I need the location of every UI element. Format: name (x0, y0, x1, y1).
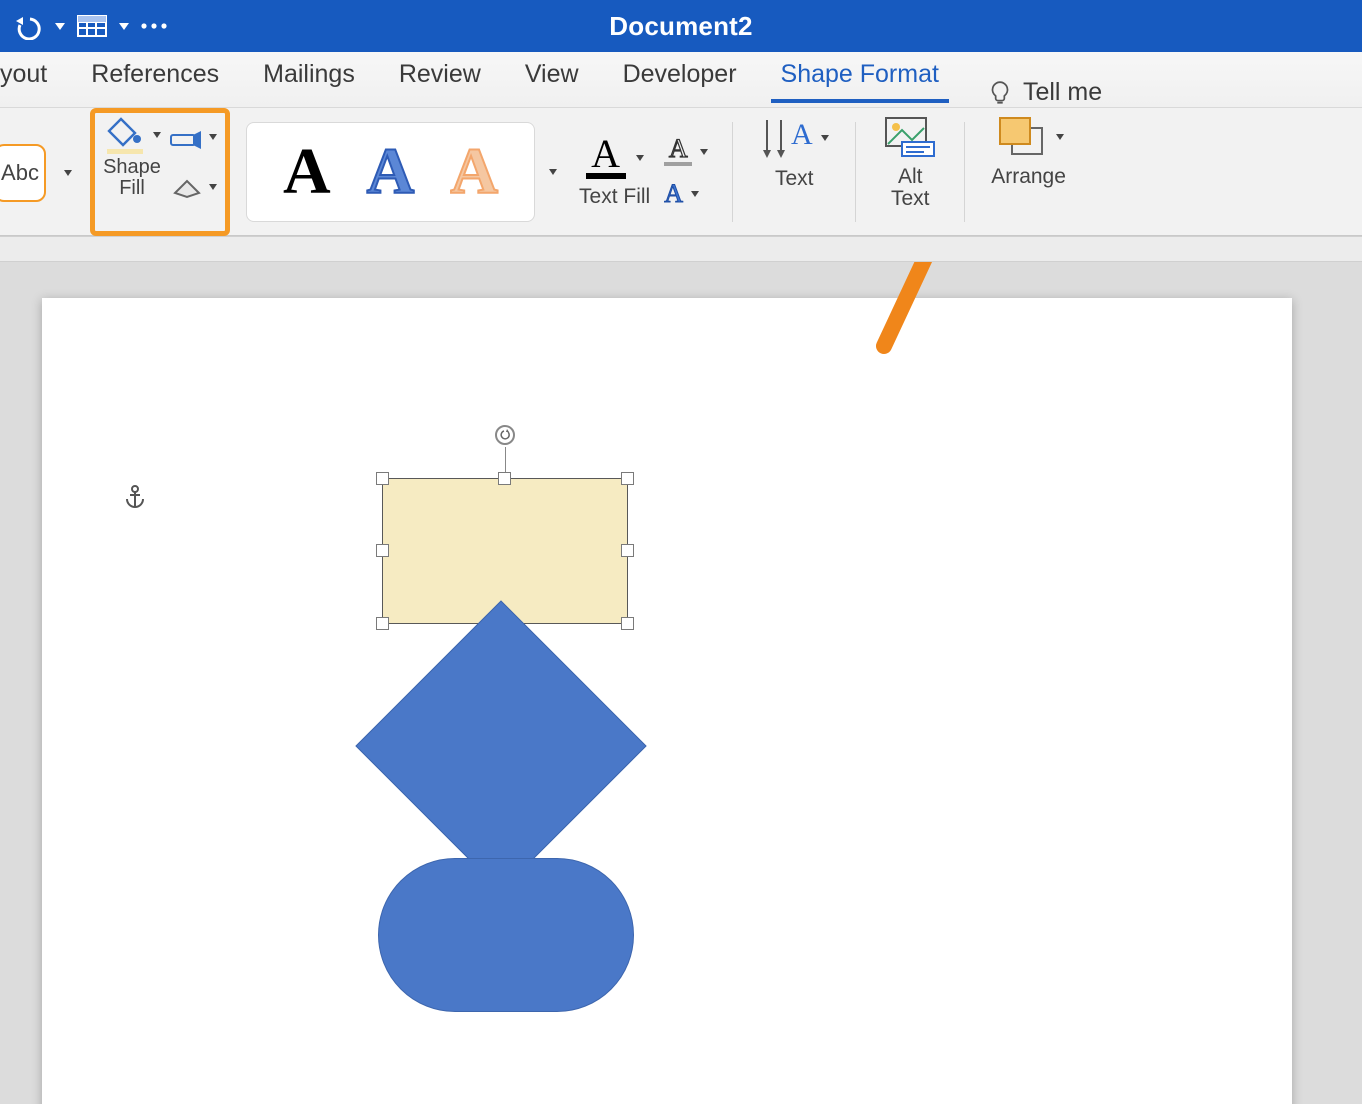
table-quick-button[interactable] (71, 6, 113, 46)
tell-me-label: Tell me (1023, 78, 1102, 107)
annotation-arrow-icon (864, 262, 1004, 356)
wordart-style-blue-icon: A (367, 139, 415, 205)
text-fill-group: A Text Fill A A (569, 108, 718, 235)
wordart-styles-expand[interactable] (549, 169, 557, 175)
undo-dropdown[interactable] (51, 6, 69, 46)
shape-styles-partial: Abc (0, 108, 90, 235)
shape-outline-button[interactable] (169, 119, 217, 155)
shape-fill-group: ShapeFill (90, 108, 230, 236)
text-effects-icon: A (664, 179, 683, 209)
wordart-style-orange-icon: A (450, 139, 498, 205)
arrange-button[interactable]: Arrange (979, 108, 1078, 235)
horizontal-ruler (0, 236, 1362, 262)
shape-diamond[interactable] (355, 600, 646, 891)
rotate-handle[interactable] (495, 425, 515, 477)
text-fill-button[interactable]: A (586, 137, 644, 179)
pen-icon (169, 125, 203, 149)
text-group-label: Text (775, 168, 814, 190)
text-direction-button[interactable]: A (759, 114, 829, 162)
document-title: Document2 (0, 11, 1362, 42)
anchor-icon (124, 484, 146, 515)
text-effects-button[interactable]: A (664, 177, 708, 211)
tell-me[interactable]: Tell me (961, 78, 1102, 107)
resize-handle[interactable] (376, 617, 389, 630)
separator (964, 122, 965, 222)
resize-handle[interactable] (621, 544, 634, 557)
alt-text-label: AltText (891, 166, 930, 210)
tab-shape-format[interactable]: Shape Format (759, 52, 961, 107)
ribbon-tabs: yout References Mailings Review View Dev… (0, 52, 1362, 108)
paint-bucket-icon (103, 115, 147, 155)
tab-developer[interactable]: Developer (601, 52, 759, 107)
alt-text-icon (882, 114, 938, 160)
wordart-style-black-icon: A (283, 139, 331, 205)
table-quick-dropdown[interactable] (115, 6, 133, 46)
text-direction-group: A Text (747, 108, 841, 235)
more-qats-button[interactable] (135, 6, 173, 46)
ribbon-content: Abc ShapeFill (0, 108, 1362, 236)
eraser-icon (169, 175, 203, 199)
wordart-styles-gallery[interactable]: A A A (246, 122, 535, 222)
tab-references[interactable]: References (69, 52, 241, 107)
shape-styles-expand[interactable] (64, 170, 72, 176)
tab-mailings[interactable]: Mailings (241, 52, 377, 107)
svg-text:A: A (791, 118, 813, 151)
shape-style-preset[interactable]: Abc (0, 144, 46, 202)
arrange-label: Arrange (991, 166, 1066, 188)
text-fill-icon: A (586, 137, 626, 179)
text-direction-icon: A (759, 114, 815, 162)
resize-handle[interactable] (621, 472, 634, 485)
lightbulb-icon (987, 80, 1013, 106)
resize-handle[interactable] (621, 617, 634, 630)
separator (732, 122, 733, 222)
shape-rounded-rectangle[interactable] (378, 858, 634, 1012)
shape-outline-dropdown[interactable] (209, 134, 217, 140)
undo-button[interactable] (7, 6, 49, 46)
tab-review[interactable]: Review (377, 52, 503, 107)
shape-fill-button[interactable] (103, 117, 161, 153)
document-page[interactable] (42, 298, 1292, 1104)
shape-effects-button[interactable] (169, 169, 217, 205)
shape-fill-dropdown[interactable] (153, 132, 161, 138)
text-fill-dropdown[interactable] (636, 155, 644, 161)
text-outline-button[interactable]: A (664, 135, 708, 169)
rotate-icon (499, 429, 511, 441)
separator (855, 122, 856, 222)
alt-text-button[interactable]: AltText (870, 108, 950, 235)
shape-effects-dropdown[interactable] (209, 184, 217, 190)
document-workspace (0, 262, 1362, 1104)
tab-view[interactable]: View (503, 52, 601, 107)
resize-handle[interactable] (376, 544, 389, 557)
quick-access-toolbar (0, 6, 173, 46)
text-outline-icon: A (664, 138, 692, 166)
shape-fill-label: ShapeFill (103, 157, 161, 199)
resize-handle[interactable] (498, 472, 511, 485)
resize-handle[interactable] (376, 472, 389, 485)
tab-layout-partial[interactable]: yout (0, 52, 69, 107)
title-bar: Document2 (0, 0, 1362, 52)
arrange-icon (994, 114, 1050, 160)
text-fill-label: Text Fill (579, 185, 650, 209)
shape-rectangle-selected[interactable] (382, 478, 628, 624)
